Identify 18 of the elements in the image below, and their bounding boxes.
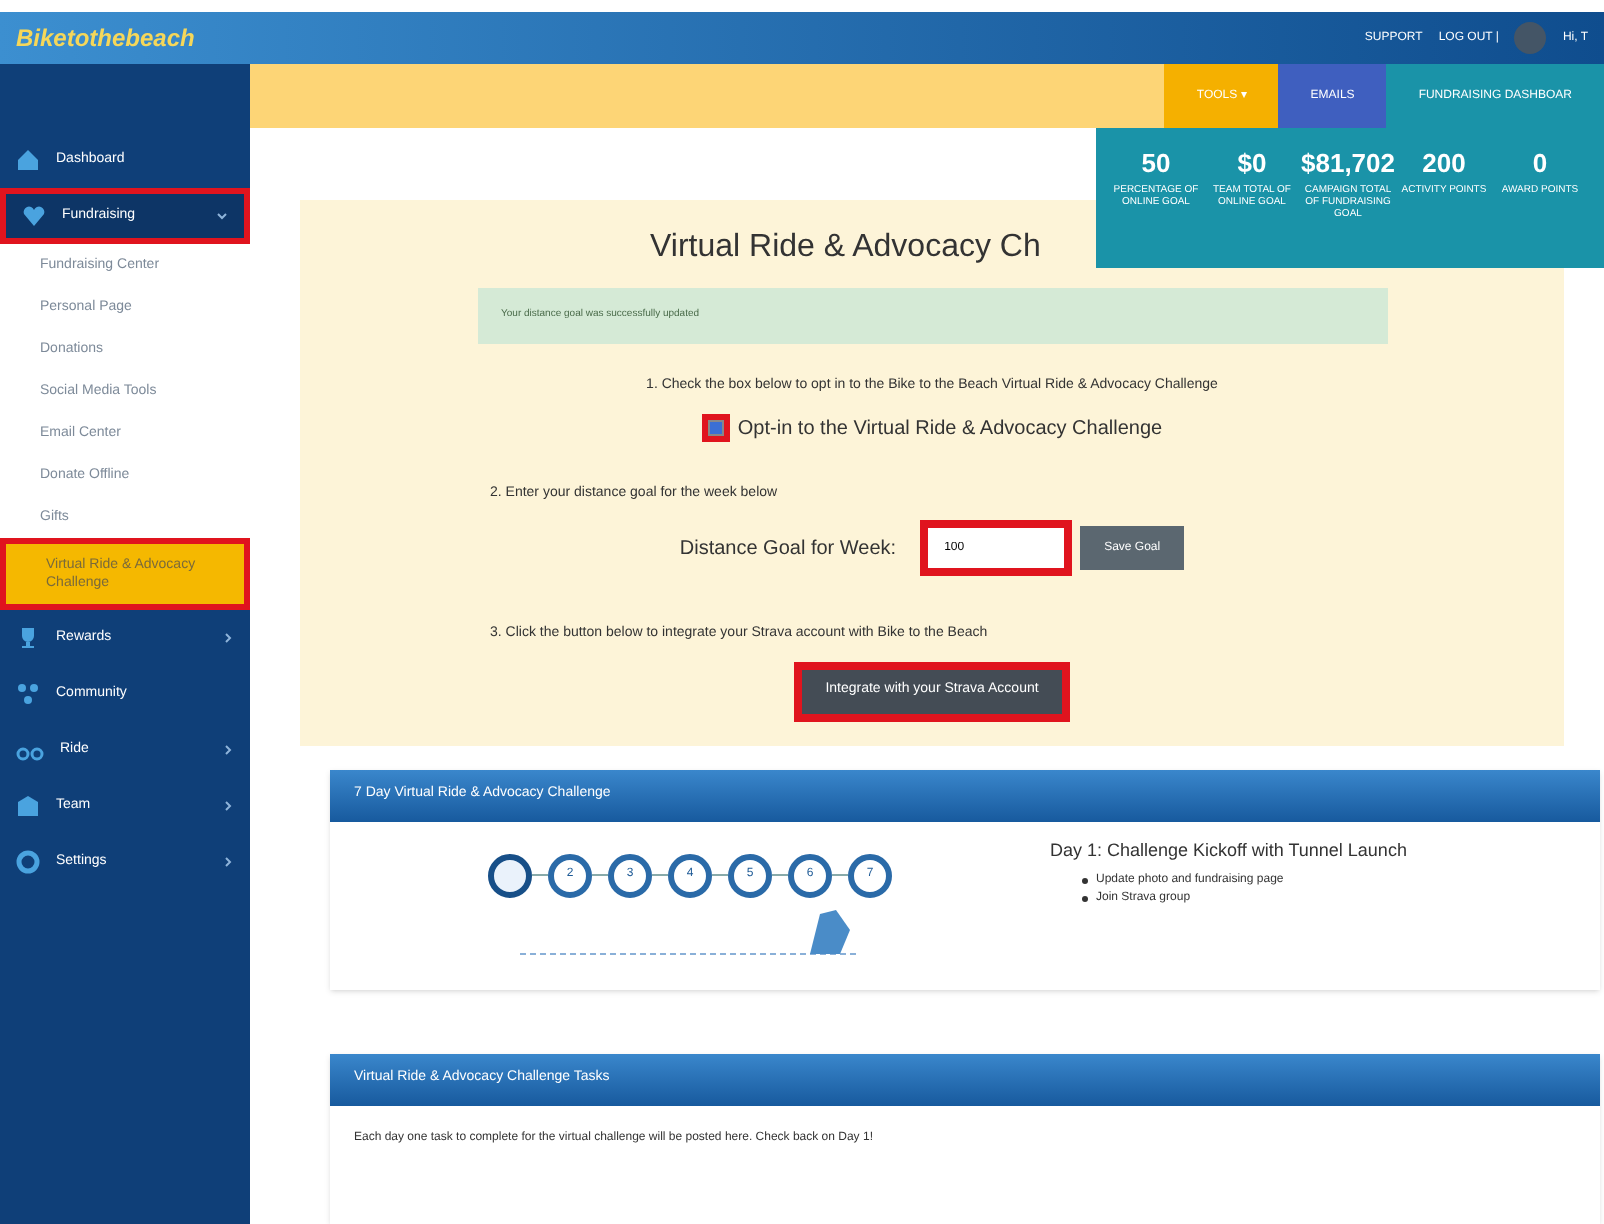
bullet-icon	[1082, 878, 1088, 884]
settings-icon	[16, 850, 40, 874]
building-icon	[16, 794, 40, 818]
network-icon	[16, 682, 40, 706]
trophy-icon	[16, 626, 40, 650]
heart-icon	[22, 204, 46, 228]
stat-value: $81,702	[1301, 146, 1395, 182]
checkbox-label: Opt-in to the Virtual Ride & Advocacy Challenge	[737, 415, 1163, 443]
field-label: Distance Goal for Week:	[679, 535, 897, 563]
day-title: Day 1: Challenge Kickoff with Tunnel Launch	[1050, 837, 1407, 864]
stat-value: $0	[1237, 146, 1267, 182]
home-icon	[16, 148, 40, 172]
bullet-icon	[1082, 896, 1088, 902]
stat-value: 0	[1532, 146, 1548, 182]
checkbox[interactable]	[701, 414, 730, 442]
page-title: Virtual Ride & Advocacy Ch	[650, 228, 1041, 268]
stat-value: 200	[1422, 146, 1466, 182]
stat-value: 50	[1141, 146, 1171, 182]
